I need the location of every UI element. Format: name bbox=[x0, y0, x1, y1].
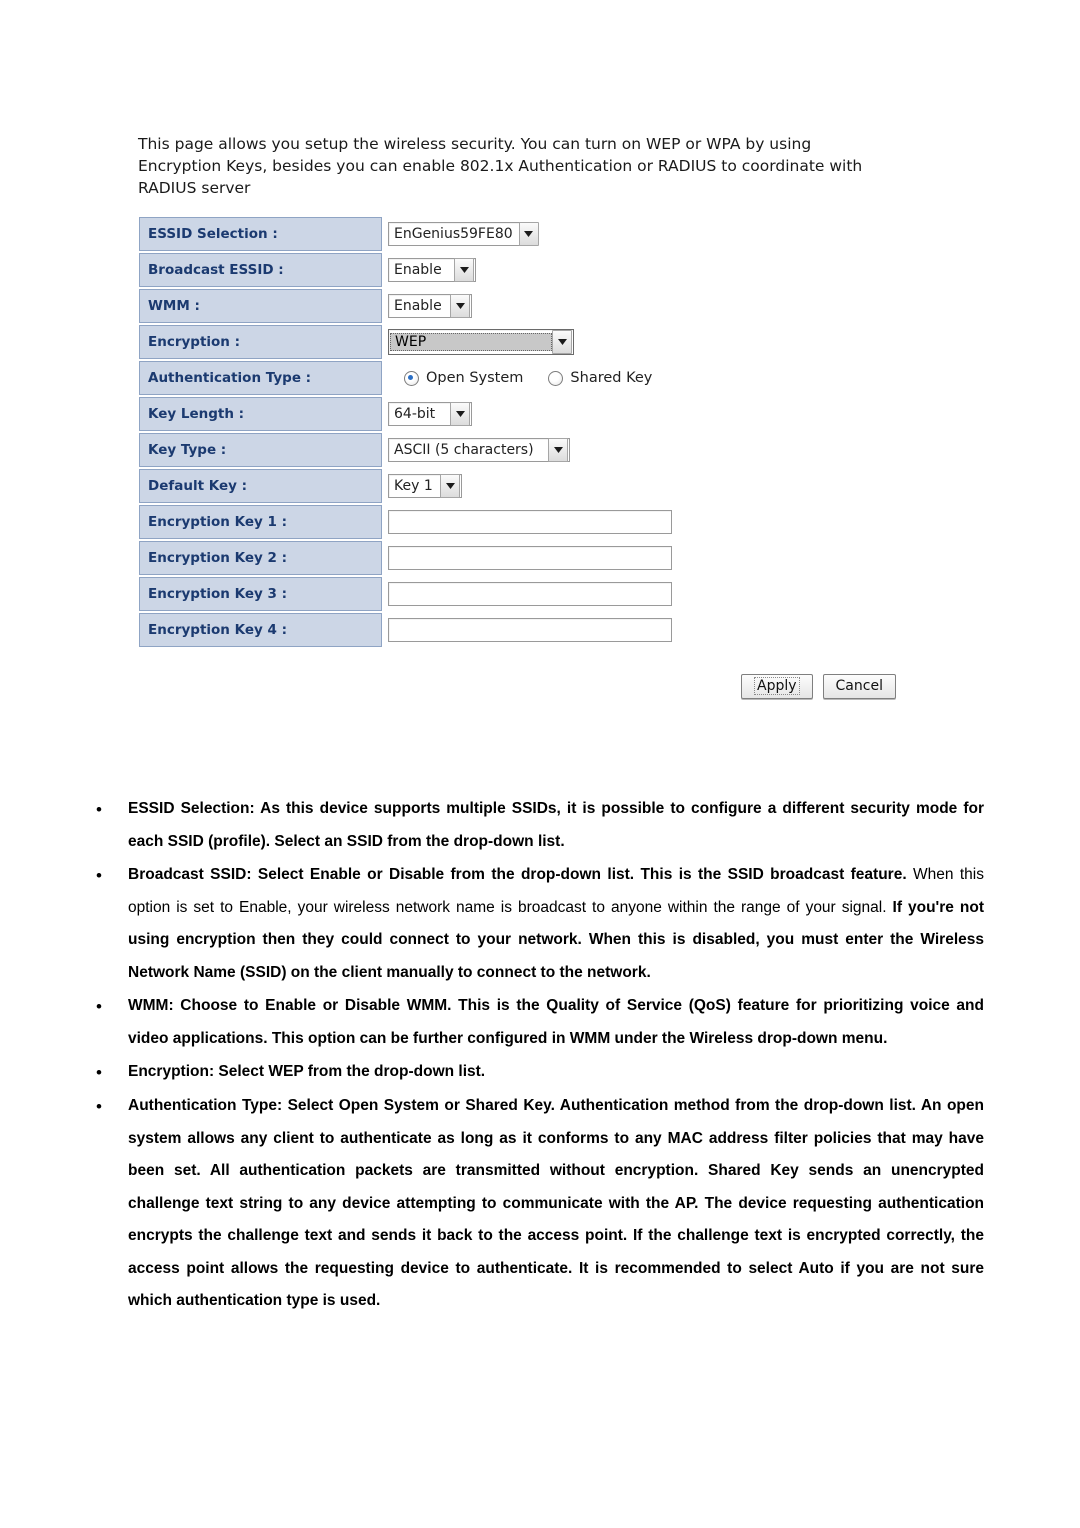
wmm-value: Enable bbox=[394, 298, 442, 314]
default-key-value: Key 1 bbox=[394, 478, 433, 494]
form-row-essid-selection: ESSID Selection : EnGenius59FE80 bbox=[139, 217, 673, 251]
bullet-text-broadcast-ssid: Broadcast SSID: Select Enable or Disable… bbox=[128, 859, 984, 989]
list-item: • Broadcast SSID: Select Enable or Disab… bbox=[96, 859, 984, 989]
radio-shared-key-label: Shared Key bbox=[570, 370, 653, 386]
encryption-key-2-input[interactable] bbox=[388, 546, 672, 570]
bullet-text-authentication-type: Authentication Type: Select Open System … bbox=[128, 1097, 984, 1309]
bullet-icon: • bbox=[96, 1097, 102, 1116]
bullet-icon: • bbox=[96, 1063, 102, 1082]
list-item: • Authentication Type: Select Open Syste… bbox=[96, 1090, 984, 1318]
label-broadcast-essid: Broadcast ESSID : bbox=[139, 253, 382, 287]
bullet-icon: • bbox=[96, 800, 102, 819]
description-list: • ESSID Selection: As this device suppor… bbox=[96, 793, 984, 1319]
radio-open-system[interactable] bbox=[404, 370, 419, 386]
label-encryption-key-1: Encryption Key 1 : bbox=[139, 505, 382, 539]
label-wmm: WMM : bbox=[139, 289, 382, 323]
apply-button[interactable]: Apply bbox=[741, 674, 813, 699]
bullet-text-wmm: WMM: Choose to Enable or Disable WMM. Th… bbox=[128, 997, 984, 1047]
essid-selection-value: EnGenius59FE80 bbox=[394, 226, 513, 242]
wmm-select[interactable]: Enable bbox=[388, 294, 472, 318]
bullet-icon: • bbox=[96, 997, 102, 1016]
form-row-key-type: Key Type : ASCII (5 characters) bbox=[139, 433, 673, 467]
encryption-key-4-input[interactable] bbox=[388, 618, 672, 642]
authentication-type-radio-group: Open System Shared Key bbox=[388, 370, 672, 386]
chevron-down-icon[interactable] bbox=[450, 294, 470, 318]
essid-selection-select[interactable]: EnGenius59FE80 bbox=[388, 222, 539, 246]
chevron-down-icon[interactable] bbox=[440, 474, 460, 498]
encryption-key-3-input[interactable] bbox=[388, 582, 672, 606]
form-row-encryption-key-4: Encryption Key 4 : bbox=[139, 613, 673, 647]
chevron-down-icon[interactable] bbox=[548, 438, 568, 462]
broadcast-essid-select[interactable]: Enable bbox=[388, 258, 476, 282]
label-encryption-key-4: Encryption Key 4 : bbox=[139, 613, 382, 647]
key-type-value: ASCII (5 characters) bbox=[394, 442, 534, 458]
default-key-select[interactable]: Key 1 bbox=[388, 474, 462, 498]
radio-shared-key[interactable] bbox=[548, 370, 564, 386]
list-item: • WMM: Choose to Enable or Disable WMM. … bbox=[96, 990, 984, 1055]
list-item: • ESSID Selection: As this device suppor… bbox=[96, 793, 984, 858]
list-item: • Encryption: Select WEP from the drop-d… bbox=[96, 1056, 984, 1089]
key-length-value: 64-bit bbox=[394, 406, 436, 422]
chevron-down-icon[interactable] bbox=[518, 222, 539, 246]
form-row-encryption: Encryption : WEP bbox=[139, 325, 673, 359]
radio-open-system-label: Open System bbox=[426, 370, 524, 386]
form-row-broadcast-essid: Broadcast ESSID : Enable bbox=[139, 253, 673, 287]
form-row-authentication-type: Authentication Type : Open System Shared… bbox=[139, 361, 673, 395]
label-encryption-key-3: Encryption Key 3 : bbox=[139, 577, 382, 611]
chevron-down-icon[interactable] bbox=[454, 258, 474, 282]
encryption-select[interactable]: WEP bbox=[388, 329, 574, 355]
form-row-encryption-key-2: Encryption Key 2 : bbox=[139, 541, 673, 575]
broadcast-essid-value: Enable bbox=[394, 262, 442, 278]
form-actions: Apply Cancel bbox=[741, 674, 896, 699]
encryption-key-1-input[interactable] bbox=[388, 510, 672, 534]
label-key-type: Key Type : bbox=[139, 433, 382, 467]
label-key-length: Key Length : bbox=[139, 397, 382, 431]
bullet-broadcast-part1: Broadcast SSID: Select Enable or Disable… bbox=[128, 866, 907, 883]
wireless-security-form: ESSID Selection : EnGenius59FE80 Broadca… bbox=[139, 215, 673, 649]
bullet-text-encryption: Encryption: Select WEP from the drop-dow… bbox=[128, 1063, 486, 1080]
label-essid-selection: ESSID Selection : bbox=[139, 217, 382, 251]
form-row-encryption-key-1: Encryption Key 1 : bbox=[139, 505, 673, 539]
intro-paragraph: This page allows you setup the wireless … bbox=[138, 135, 863, 197]
chevron-down-icon[interactable] bbox=[450, 402, 470, 426]
bullet-icon: • bbox=[96, 866, 102, 885]
label-encryption-key-2: Encryption Key 2 : bbox=[139, 541, 382, 575]
label-encryption: Encryption : bbox=[139, 325, 382, 359]
key-type-select[interactable]: ASCII (5 characters) bbox=[388, 438, 570, 462]
cancel-button[interactable]: Cancel bbox=[822, 674, 896, 699]
form-row-key-length: Key Length : 64-bit bbox=[139, 397, 673, 431]
form-row-encryption-key-3: Encryption Key 3 : bbox=[139, 577, 673, 611]
cancel-button-label: Cancel bbox=[835, 678, 883, 694]
label-default-key: Default Key : bbox=[139, 469, 382, 503]
key-length-select[interactable]: 64-bit bbox=[388, 402, 472, 426]
label-authentication-type: Authentication Type : bbox=[139, 361, 382, 395]
form-row-wmm: WMM : Enable bbox=[139, 289, 673, 323]
chevron-down-icon[interactable] bbox=[552, 330, 572, 354]
bullet-text-essid-selection: ESSID Selection: As this device supports… bbox=[128, 800, 984, 850]
encryption-value: WEP bbox=[390, 333, 552, 351]
apply-button-label: Apply bbox=[754, 677, 800, 695]
form-row-default-key: Default Key : Key 1 bbox=[139, 469, 673, 503]
